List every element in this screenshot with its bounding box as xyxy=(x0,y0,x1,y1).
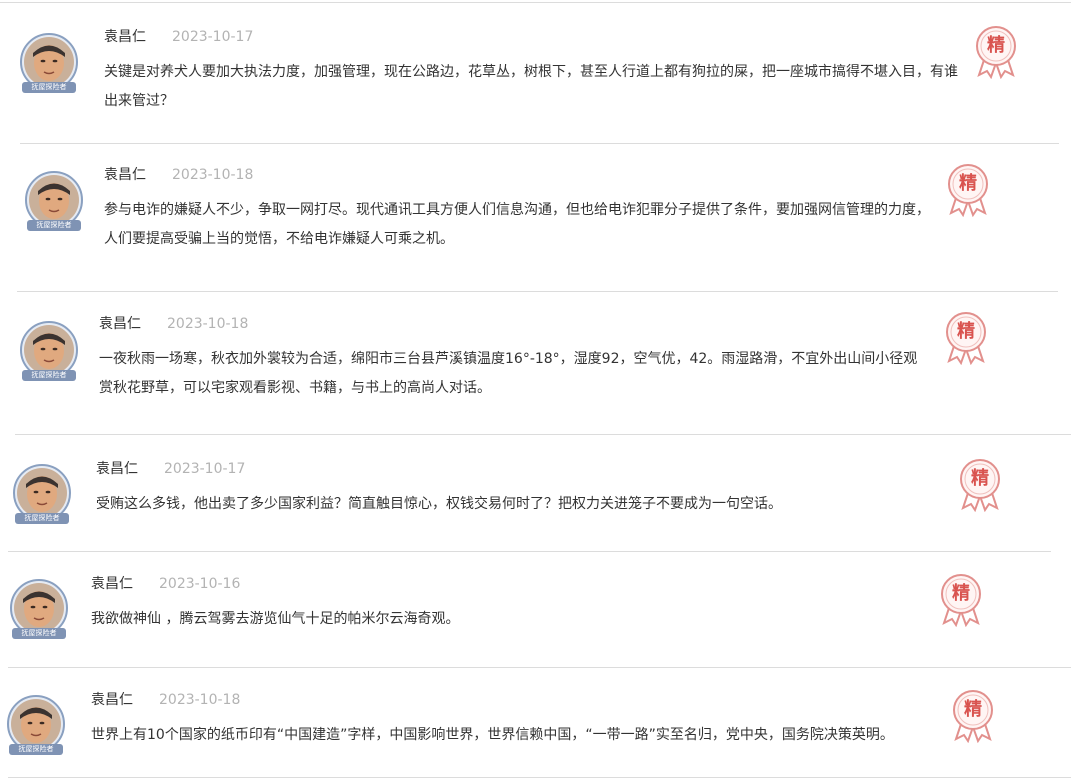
featured-badge-label: 精 xyxy=(959,173,977,194)
comment-meta: 袁昌仁 2023-10-17 xyxy=(104,25,253,47)
comment-date: 2023-10-18 xyxy=(167,316,249,332)
avatar-badge-label: 抚屋探险者 xyxy=(31,371,67,379)
author-name[interactable]: 袁昌仁 xyxy=(104,167,146,183)
comment-date: 2023-10-16 xyxy=(159,576,241,592)
avatar-badge-label: 抚屋探险者 xyxy=(36,221,72,229)
author-name[interactable]: 袁昌仁 xyxy=(99,316,141,332)
avatar-badge-label: 抚屋探险者 xyxy=(21,629,57,637)
avatar[interactable]: 抚屋探险者 xyxy=(23,171,85,233)
comment-item: 抚屋探险者 袁昌仁 2023-10-16 我欲做神仙 ，腾云驾雾去游览仙气十足的帕… xyxy=(8,551,1051,659)
featured-badge-icon: 精 xyxy=(959,458,1003,512)
featured-badge-icon: 精 xyxy=(975,25,1019,79)
featured-badge-label: 精 xyxy=(952,583,970,604)
comment-text: 参与电诈的嫌疑人不少，争取一网打尽。现代通讯工具方便人们信息沟通，但也给电诈犯罪… xyxy=(104,202,930,247)
comment-text: 一夜秋雨一场寒，秋衣加外裳较为合适，绵阳市三台县芦溪镇温度16°-18°，湿度9… xyxy=(99,351,918,396)
author-name[interactable]: 袁昌仁 xyxy=(91,692,133,708)
comment-item: 抚屋探险者 袁昌仁 2023-10-17 关键是对养犬人要加大执法力度，加强管理，… xyxy=(0,2,1071,143)
avatar-badge-label: 抚屋探险者 xyxy=(24,514,60,522)
featured-badge-icon: 精 xyxy=(952,689,996,743)
comment-date: 2023-10-18 xyxy=(159,692,241,708)
featured-badge-icon: 精 xyxy=(945,311,989,365)
comment-meta: 袁昌仁 2023-10-17 xyxy=(96,457,245,479)
featured-badge-label: 精 xyxy=(987,35,1005,56)
comment-date: 2023-10-18 xyxy=(172,167,254,183)
comment-text: 我欲做神仙 ，腾云驾雾去游览仙气十足的帕米尔云海奇观。 xyxy=(91,611,460,627)
comment-meta: 袁昌仁 2023-10-16 xyxy=(91,572,240,594)
author-name[interactable]: 袁昌仁 xyxy=(104,29,146,45)
featured-badge-icon: 精 xyxy=(947,163,991,217)
comment-item: 抚屋探险者 袁昌仁 2023-10-18 一夜秋雨一场寒，秋衣加外裳较为合适，绵阳… xyxy=(17,291,1058,426)
comment-meta: 袁昌仁 2023-10-18 xyxy=(91,688,240,710)
featured-badge-label: 精 xyxy=(971,468,989,489)
avatar[interactable]: 抚屋探险者 xyxy=(8,579,70,641)
comment-text: 受贿这么多钱，他出卖了多少国家利益？简直触目惊心，权钱交易何时了？把权力关进笼子… xyxy=(96,496,782,512)
avatar[interactable]: 抚屋探险者 xyxy=(11,464,73,526)
author-name[interactable]: 袁昌仁 xyxy=(91,576,133,592)
featured-badge-icon: 精 xyxy=(940,573,984,627)
comment-date: 2023-10-17 xyxy=(172,29,254,45)
comment-item: 抚屋探险者 袁昌仁 2023-10-18 参与电诈的嫌疑人不少，争取一网打尽。现代… xyxy=(20,143,1059,278)
avatar[interactable]: 抚屋探险者 xyxy=(5,695,67,757)
comment-text: 世界上有10个国家的纸币印有“中国建造”字样，中国影响世界，世界信赖中国，“一带… xyxy=(91,727,894,743)
comment-item: 抚屋探险者 袁昌仁 2023-10-18 世界上有10个国家的纸币印有“中国建造”… xyxy=(5,667,1071,778)
author-name[interactable]: 袁昌仁 xyxy=(96,461,138,477)
featured-badge-label: 精 xyxy=(964,699,982,720)
avatar-badge-label: 抚屋探险者 xyxy=(18,745,54,753)
avatar[interactable]: 抚屋探险者 xyxy=(18,321,80,383)
avatar-badge-label: 抚屋探险者 xyxy=(31,83,67,91)
comment-text: 关键是对养犬人要加大执法力度，加强管理，现在公路边，花草丛，树根下，甚至人行道上… xyxy=(104,64,958,109)
comment-item: 抚屋探险者 袁昌仁 2023-10-17 受贿这么多钱，他出卖了多少国家利益？简直… xyxy=(13,434,1071,544)
avatar[interactable]: 抚屋探险者 xyxy=(18,33,80,95)
comment-meta: 袁昌仁 2023-10-18 xyxy=(99,312,248,334)
comment-list: 抚屋探险者 袁昌仁 2023-10-17 关键是对养犬人要加大执法力度，加强管理，… xyxy=(0,0,1071,784)
featured-badge-label: 精 xyxy=(957,321,975,342)
comment-meta: 袁昌仁 2023-10-18 xyxy=(104,163,253,185)
comment-date: 2023-10-17 xyxy=(164,461,246,477)
